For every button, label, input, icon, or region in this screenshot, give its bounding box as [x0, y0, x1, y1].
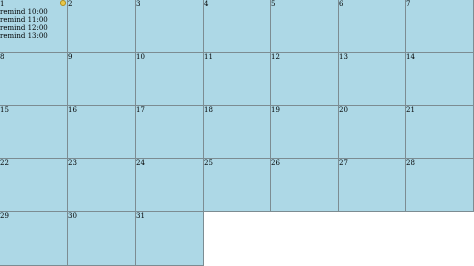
day-cell-9[interactable]: 9: [68, 53, 136, 106]
day-cell-11[interactable]: 11: [204, 53, 271, 106]
day-cell-16[interactable]: 16: [68, 106, 136, 159]
day-cell-29[interactable]: 29: [0, 212, 68, 266]
day-cell-27[interactable]: 27: [339, 159, 406, 212]
day-number: 14: [406, 53, 415, 61]
day-number: 23: [68, 159, 77, 167]
day-number: 20: [339, 106, 348, 114]
day-cell-24[interactable]: 24: [136, 159, 204, 212]
day-number: 26: [271, 159, 280, 167]
day-number: 8: [0, 53, 5, 61]
day-cell-20[interactable]: 20: [339, 106, 406, 159]
day-number: 11: [204, 53, 213, 61]
month-calendar-grid: 1 remind 10:00 remind 11:00 remind 12:00 rem…: [0, 0, 474, 266]
day-number: 28: [406, 159, 415, 167]
day-cell-12[interactable]: 12: [271, 53, 339, 106]
reminder-entry[interactable]: remind 11:00: [0, 16, 67, 24]
day-cell-30[interactable]: 30: [68, 212, 136, 266]
day-number: 15: [0, 106, 9, 114]
sun-icon: [60, 0, 66, 6]
day-number: 29: [0, 212, 9, 220]
day-cell-4[interactable]: 4: [204, 0, 271, 53]
day-number: 30: [68, 212, 77, 220]
day-cell-7[interactable]: 7: [406, 0, 474, 53]
day-number: 31: [136, 212, 145, 220]
day-cell-5[interactable]: 5: [271, 0, 339, 53]
day-number: 12: [271, 53, 280, 61]
day-number: 22: [0, 159, 9, 167]
day-cell-23[interactable]: 23: [68, 159, 136, 212]
day-number: 4: [204, 0, 209, 8]
day-cell-21[interactable]: 21: [406, 106, 474, 159]
day-number: 27: [339, 159, 348, 167]
day-number: 17: [136, 106, 145, 114]
day-number: 19: [271, 106, 280, 114]
day-number: 9: [68, 53, 73, 61]
day-number: 1: [0, 0, 5, 8]
day-number: 25: [204, 159, 213, 167]
reminder-entry[interactable]: remind 12:00: [0, 24, 67, 32]
day-number: 21: [406, 106, 415, 114]
day-number: 5: [271, 0, 276, 8]
day-number: 7: [406, 0, 411, 8]
day-cell-22[interactable]: 22: [0, 159, 68, 212]
day-cell-13[interactable]: 13: [339, 53, 406, 106]
day-cell-2[interactable]: 2: [68, 0, 136, 53]
day-number: 2: [68, 0, 73, 8]
day-cell-8[interactable]: 8: [0, 53, 68, 106]
reminder-entry[interactable]: remind 10:00: [0, 8, 67, 16]
day-cell-31[interactable]: 31: [136, 212, 204, 266]
day-cell-25[interactable]: 25: [204, 159, 271, 212]
day-number: 18: [204, 106, 213, 114]
day-cell-19[interactable]: 19: [271, 106, 339, 159]
reminder-entry[interactable]: remind 13:00: [0, 32, 67, 40]
day-cell-1[interactable]: 1 remind 10:00 remind 11:00 remind 12:00 rem…: [0, 0, 68, 53]
day-cell-10[interactable]: 10: [136, 53, 204, 106]
day-cell-3[interactable]: 3: [136, 0, 204, 53]
day-cell-15[interactable]: 15: [0, 106, 68, 159]
day-cell-17[interactable]: 17: [136, 106, 204, 159]
day-number: 6: [339, 0, 344, 8]
day-number: 3: [136, 0, 141, 8]
day-number: 16: [68, 106, 77, 114]
day-number: 10: [136, 53, 145, 61]
day-cell-26[interactable]: 26: [271, 159, 339, 212]
day-cell-14[interactable]: 14: [406, 53, 474, 106]
day-number: 24: [136, 159, 145, 167]
day-number: 13: [339, 53, 348, 61]
day-cell-18[interactable]: 18: [204, 106, 271, 159]
day-cell-28[interactable]: 28: [406, 159, 474, 212]
day-cell-6[interactable]: 6: [339, 0, 406, 53]
